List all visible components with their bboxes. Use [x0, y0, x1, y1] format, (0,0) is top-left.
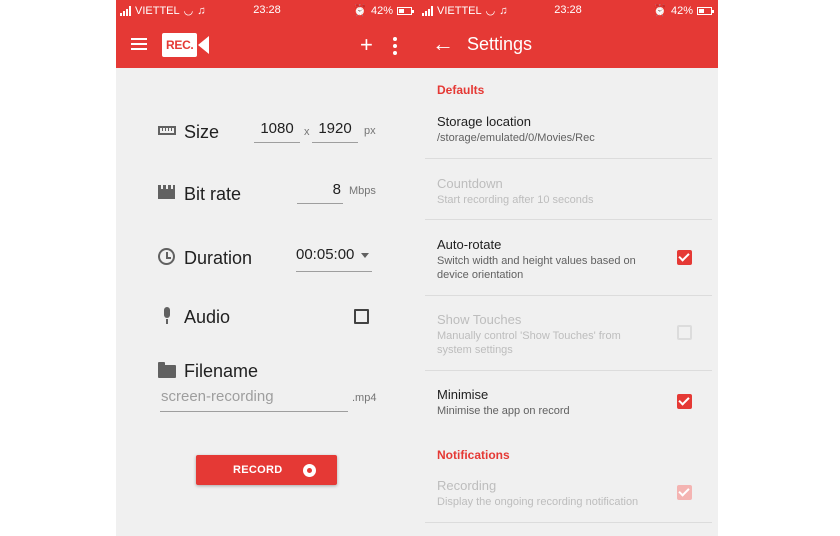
alarm-icon: ⏰	[353, 5, 367, 17]
pref-title: Recording	[437, 478, 497, 493]
pref-countdown[interactable]: Countdown Start recording after 10 secon…	[425, 159, 712, 220]
section-header-notifications: Notifications	[437, 448, 510, 462]
page-title: Settings	[467, 34, 533, 54]
clock-icon	[158, 248, 175, 265]
main-screen: VIETTEL ◡ ♫ 23:28 ⏰ 42% REC. + Size 1080…	[116, 0, 418, 536]
battery-percent: 42%	[370, 4, 393, 17]
filename-input[interactable]: screen-recording	[160, 388, 348, 412]
duration-dropdown[interactable]: 00:05:00	[296, 246, 372, 272]
pref-summary: Start recording after 10 seconds	[437, 194, 594, 206]
microphone-icon	[159, 307, 175, 325]
audio-label: Audio	[184, 307, 231, 327]
pref-title: Show Touches	[437, 312, 522, 327]
section-header-defaults: Defaults	[437, 83, 485, 97]
battery-icon	[697, 6, 714, 15]
duration-label: Duration	[184, 248, 253, 268]
settings-screen: VIETTEL ◡ ♫ 23:28 ⏰ 42% ← Settings Defau…	[418, 0, 718, 536]
filename-label: Filename	[184, 361, 259, 381]
pref-show-touches[interactable]: Show Touches Manually control 'Show Touc…	[425, 296, 712, 371]
logo-text: REC.	[162, 33, 198, 57]
pref-recording-notification[interactable]: Recording Display the ongoing recording …	[425, 465, 712, 523]
pref-summary: Switch width and height values based on …	[437, 255, 636, 281]
folder-icon	[158, 362, 176, 378]
duration-value: 00:05:00	[296, 246, 355, 263]
pref-summary: Display the ongoing recording notificati…	[437, 496, 639, 508]
pref-title: Countdown	[437, 176, 503, 191]
app-logo: REC.	[162, 32, 210, 58]
bitrate-label: Bit rate	[184, 184, 242, 204]
height-input[interactable]: 1920	[312, 120, 358, 143]
filename-extension: .mp4	[352, 392, 377, 404]
menu-icon[interactable]	[131, 38, 147, 50]
dropdown-arrow-icon	[361, 252, 370, 258]
battery-percent: 42%	[670, 4, 693, 17]
pref-auto-rotate[interactable]: Auto-rotate Switch width and height valu…	[425, 220, 712, 296]
times-sign: x	[304, 126, 310, 138]
pref-summary: Minimise the app on record	[437, 405, 570, 417]
width-input[interactable]: 1080	[254, 120, 300, 143]
status-bar: VIETTEL ◡ ♫ 23:28 ⏰ 42%	[418, 0, 718, 22]
recording-notification-checkbox[interactable]	[677, 485, 692, 500]
status-bar: VIETTEL ◡ ♫ 23:28 ⏰ 42%	[116, 0, 418, 22]
pref-title: Minimise	[437, 387, 489, 402]
back-arrow-icon[interactable]: ←	[432, 32, 454, 56]
record-button-label: RECORD	[233, 464, 283, 476]
pref-minimise[interactable]: Minimise Minimise the app on record	[425, 371, 712, 433]
audio-checkbox[interactable]	[354, 309, 369, 324]
more-vert-icon[interactable]	[393, 37, 397, 55]
app-bar: REC. +	[116, 22, 418, 68]
minimise-checkbox[interactable]	[677, 394, 692, 409]
pref-summary: Manually control 'Show Touches' from sys…	[437, 330, 621, 356]
alarm-icon: ⏰	[653, 5, 667, 17]
show-touches-checkbox[interactable]	[677, 325, 692, 340]
pref-summary: /storage/emulated/0/Movies/Rec	[437, 132, 595, 144]
add-icon[interactable]: +	[360, 34, 373, 56]
pref-title: Auto-rotate	[437, 237, 502, 252]
bitrate-input[interactable]: 8	[297, 181, 343, 204]
record-icon	[303, 464, 316, 477]
bitrate-unit: Mbps	[349, 185, 376, 197]
clapperboard-icon	[158, 185, 175, 199]
camera-icon	[198, 36, 210, 54]
app-bar: ← Settings	[418, 22, 718, 68]
auto-rotate-checkbox[interactable]	[677, 250, 692, 265]
pref-title: Storage location	[437, 114, 531, 129]
size-label: Size	[184, 122, 220, 142]
pref-storage-location[interactable]: Storage location /storage/emulated/0/Mov…	[425, 100, 712, 159]
battery-icon	[397, 6, 414, 15]
ruler-icon	[158, 126, 176, 135]
record-button[interactable]: RECORD	[196, 455, 337, 485]
size-unit: px	[364, 125, 376, 137]
